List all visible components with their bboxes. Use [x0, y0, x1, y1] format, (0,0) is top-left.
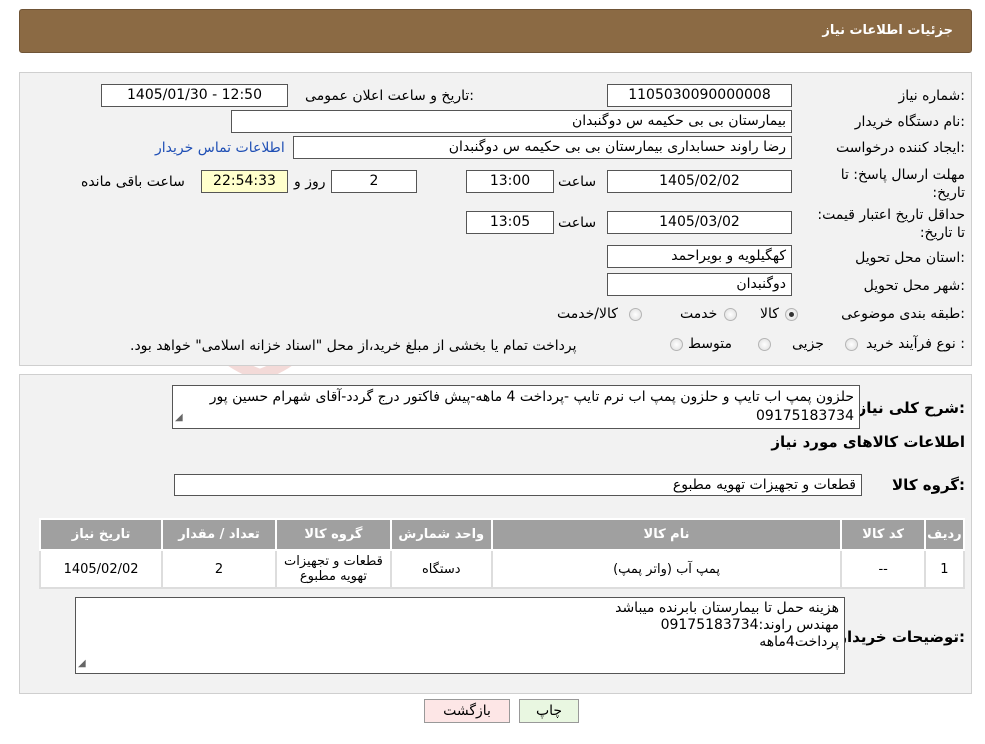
- resize-grip-icon[interactable]: ◢: [78, 655, 86, 672]
- cell-row: 1: [923, 549, 966, 589]
- col-date-header: تاریخ نیاز: [38, 518, 164, 551]
- category-label: طبقه بندی موضوعی:: [841, 306, 965, 322]
- requester-label: ایجاد کننده درخواست:: [836, 140, 965, 156]
- process-note: پرداخت تمام یا بخشی از مبلغ خرید،از محل …: [130, 338, 577, 354]
- description-text: حلزون پمپ اب تایپ و حلزون پمپ اب نرم تای…: [209, 389, 854, 424]
- remaining-label: ساعت باقی مانده: [81, 174, 185, 190]
- goods-table: ردیف کد کالا نام کالا واحد شمارش گروه کا…: [38, 518, 966, 589]
- treasury-bond-checkbox[interactable]: [670, 338, 683, 351]
- col-qty-header: تعداد / مقدار: [161, 518, 277, 551]
- validity-time-field: 13:05: [466, 211, 554, 234]
- buyer-org-label: نام دستگاه خریدار:: [854, 114, 965, 130]
- city-label: شهر محل تحویل:: [863, 278, 965, 294]
- goods-group-label: گروه کالا:: [892, 476, 965, 494]
- city-field: دوگنبدان: [607, 273, 792, 296]
- description-label: شرح کلی نیاز:: [857, 399, 965, 417]
- resize-grip-icon[interactable]: ◢: [175, 408, 183, 427]
- category-option-goods: کالا: [760, 306, 779, 322]
- days-field: 2: [331, 170, 417, 193]
- buyer-contact-link[interactable]: اطلاعات تماس خریدار: [155, 140, 285, 156]
- table-header-row: ردیف کد کالا نام کالا واحد شمارش گروه کا…: [38, 518, 966, 551]
- announce-label: تاریخ و ساعت اعلان عمومی:: [305, 88, 474, 104]
- province-label: استان محل تحویل:: [855, 250, 965, 266]
- col-row-header: ردیف: [923, 518, 966, 551]
- col-group-header: گروه کالا: [275, 518, 392, 551]
- announce-field: 1405/01/30 - 12:50: [101, 84, 288, 107]
- buyer-notes-line: هزینه حمل تا بیمارستان بابرنده میباشد: [615, 600, 839, 616]
- validity-time-label: ساعت: [558, 215, 597, 231]
- process-radio-medium[interactable]: [758, 338, 771, 351]
- deadline-time-field: 13:00: [466, 170, 554, 193]
- page-header: جزئیات اطلاعات نیاز: [19, 9, 972, 53]
- goods-group-field: قطعات و تجهیزات تهویه مطبوع: [174, 474, 862, 496]
- cell-name: پمپ آب (واتر پمپ): [490, 549, 843, 589]
- remaining-time-field: 22:54:33: [201, 170, 288, 193]
- process-option-minor: جزیی: [792, 336, 824, 352]
- goods-info-title: اطلاعات کالاهای مورد نیاز: [771, 433, 965, 451]
- category-option-service: خدمت: [680, 306, 718, 322]
- deadline-label: مهلت ارسال پاسخ: تا تاریخ:: [840, 167, 965, 201]
- cell-qty: 2: [161, 549, 277, 589]
- category-radio-service[interactable]: [724, 308, 737, 321]
- process-label: نوع فرآیند خرید :: [866, 336, 965, 352]
- description-field: حلزون پمپ اب تایپ و حلزون پمپ اب نرم تای…: [172, 385, 860, 429]
- col-unit-header: واحد شمارش: [389, 518, 493, 551]
- deadline-time-label: ساعت: [558, 174, 597, 190]
- validity-date-field: 1405/03/02: [607, 211, 792, 234]
- cell-code: --: [840, 549, 926, 589]
- buyer-notes-field: هزینه حمل تا بیمارستان بابرنده میباشد مه…: [75, 597, 845, 674]
- process-radio-minor[interactable]: [845, 338, 858, 351]
- days-label: روز و: [294, 174, 326, 190]
- validity-label: حداقل تاریخ اعتبار قیمت: تا تاریخ:: [817, 207, 965, 241]
- category-radio-goods[interactable]: [785, 308, 798, 321]
- requester-field: رضا راوند حسابداری بیمارستان بی بی حکیمه…: [293, 136, 792, 159]
- cell-unit: دستگاه: [389, 549, 493, 589]
- deadline-date-field: 1405/02/02: [607, 170, 792, 193]
- page-title: جزئیات اطلاعات نیاز: [822, 23, 953, 38]
- process-option-medium: متوسط: [688, 336, 732, 352]
- buyer-org-field: بیمارستان بی بی حکیمه س دوگنبدان: [231, 110, 792, 133]
- need-number-field: 1105030090000008: [607, 84, 792, 107]
- need-details-panel: شماره نیاز: 1105030090000008 تاریخ و ساع…: [19, 72, 972, 366]
- col-code-header: کد کالا: [840, 518, 926, 551]
- category-radio-goods-service[interactable]: [629, 308, 642, 321]
- buyer-notes-label: توضیحات خریدار:: [838, 628, 965, 646]
- buyer-notes-line: پرداخت4ماهه: [759, 634, 839, 650]
- back-button[interactable]: بازگشت: [424, 699, 510, 723]
- table-row: 1 -- پمپ آب (واتر پمپ) دستگاه قطعات و تج…: [38, 549, 966, 589]
- need-number-label: شماره نیاز:: [898, 88, 965, 104]
- category-option-goods-service: کالا/خدمت: [557, 306, 618, 322]
- cell-date: 1405/02/02: [38, 549, 164, 589]
- province-field: کهگیلویه و بویراحمد: [607, 245, 792, 268]
- buyer-notes-line: مهندس راوند:09175183734: [660, 617, 839, 633]
- print-button[interactable]: چاپ: [519, 699, 579, 723]
- col-name-header: نام کالا: [490, 518, 843, 551]
- cell-group: قطعات و تجهیزات تهویه مطبوع: [275, 549, 392, 589]
